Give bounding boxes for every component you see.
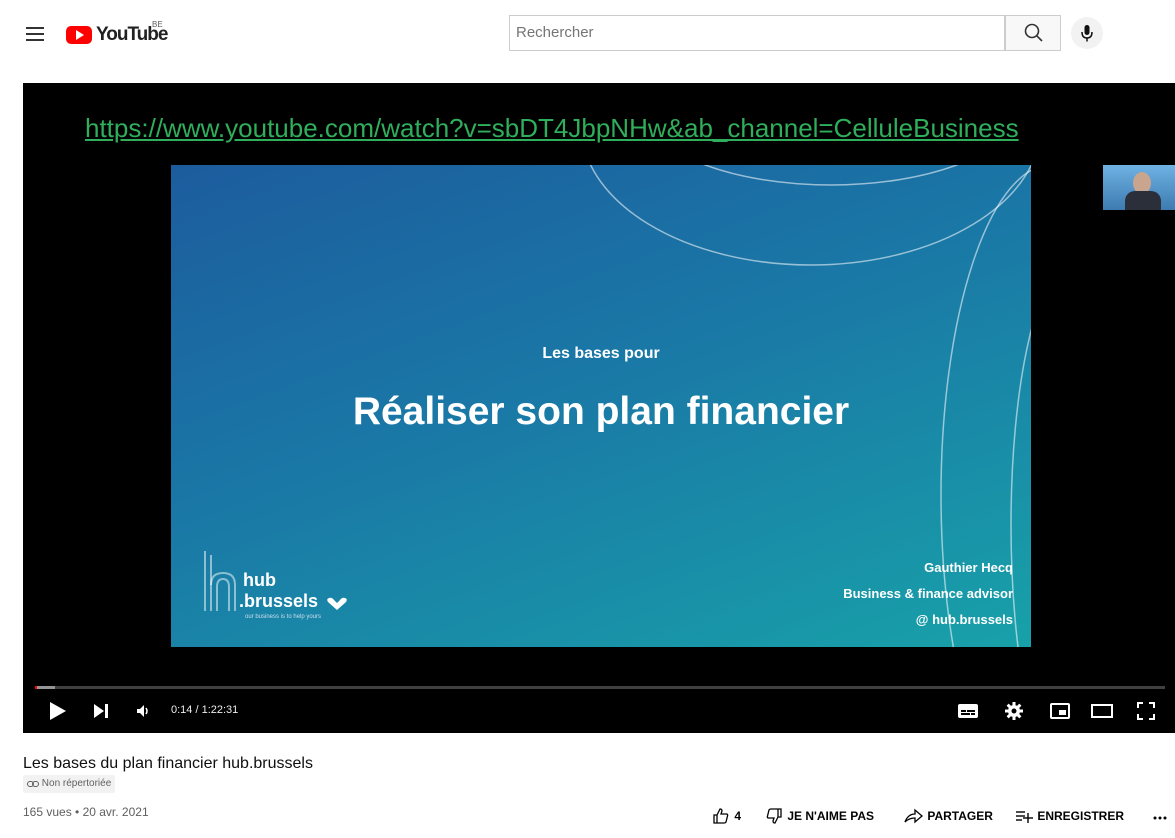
video-title: Les bases du plan financier hub.brussels bbox=[23, 755, 313, 772]
skip-next-icon bbox=[94, 704, 108, 718]
visibility-badge: Non répertoriée bbox=[23, 775, 116, 793]
slide-title: Réaliser son plan financier bbox=[352, 390, 850, 433]
slide-subtitle: Les bases pour bbox=[542, 345, 660, 362]
save-label: ENREGISTRER bbox=[1037, 809, 1125, 823]
dislike-button[interactable]: JE N'AIME PAS bbox=[764, 806, 874, 826]
search-input[interactable] bbox=[510, 16, 992, 48]
subtitles-icon bbox=[958, 704, 978, 718]
progress-bar[interactable] bbox=[35, 686, 1165, 689]
dislike-label: JE N'AIME PAS bbox=[787, 809, 874, 823]
thumbs-down-icon bbox=[766, 808, 782, 824]
subtitles-button[interactable] bbox=[956, 699, 980, 723]
more-horizontal-icon bbox=[1153, 816, 1167, 820]
progress-played bbox=[35, 686, 38, 689]
fullscreen-button[interactable] bbox=[1134, 699, 1158, 723]
search-button[interactable] bbox=[1005, 15, 1061, 51]
country-code: BE bbox=[152, 20, 163, 29]
share-button[interactable]: PARTAGER bbox=[902, 806, 993, 826]
visibility-label: Non répertoriée bbox=[41, 778, 112, 789]
share-label: PARTAGER bbox=[927, 809, 993, 823]
search-box bbox=[509, 15, 1005, 51]
like-button[interactable]: 4 bbox=[711, 806, 741, 826]
logo-tagline: our business is to help yours bbox=[245, 614, 322, 620]
heart-hands-icon bbox=[327, 597, 347, 610]
logo-line-brussels: .brussels bbox=[239, 591, 319, 611]
hub-brussels-logo: hub .brussels our business is to help yo… bbox=[201, 545, 401, 625]
video-meta: 165 vues • 20 avr. 2021 bbox=[23, 805, 149, 819]
more-actions-button[interactable] bbox=[1152, 806, 1168, 826]
settings-button[interactable] bbox=[1002, 699, 1026, 723]
share-icon bbox=[904, 808, 923, 824]
fullscreen-icon bbox=[1137, 702, 1155, 720]
video-player[interactable]: https://www.youtube.com/watch?v=sbDT4Jbp… bbox=[23, 83, 1175, 733]
webcam-thumbnail bbox=[1103, 165, 1175, 210]
play-icon bbox=[50, 702, 66, 720]
volume-icon bbox=[137, 705, 148, 717]
thumbs-up-icon bbox=[713, 808, 729, 824]
theater-mode-button[interactable] bbox=[1090, 699, 1114, 723]
miniplayer-button[interactable] bbox=[1048, 699, 1072, 723]
voice-search-button[interactable] bbox=[1071, 17, 1103, 49]
mute-button[interactable] bbox=[131, 699, 155, 723]
logo-line-hub: hub bbox=[243, 570, 276, 590]
next-button[interactable] bbox=[89, 699, 113, 723]
hub-h-icon bbox=[204, 551, 236, 611]
speaker-name: Gauthier Hecq bbox=[924, 560, 1013, 575]
save-button[interactable]: ENREGISTRER bbox=[1014, 806, 1124, 826]
presentation-slide: Les bases pour Réaliser son plan financi… bbox=[171, 165, 1031, 647]
progress-loaded bbox=[35, 686, 56, 689]
play-button[interactable] bbox=[45, 699, 69, 723]
hamburger-menu-icon[interactable] bbox=[26, 27, 44, 41]
gear-icon bbox=[1005, 702, 1023, 720]
search-icon bbox=[1024, 23, 1043, 42]
link-icon bbox=[27, 781, 39, 787]
masthead: YouTube BE bbox=[0, 0, 1175, 62]
microphone-icon bbox=[1081, 25, 1093, 42]
overlay-url-link[interactable]: https://www.youtube.com/watch?v=sbDT4Jbp… bbox=[85, 113, 1019, 144]
speaker-info: Gauthier Hecq Business & finance advisor… bbox=[843, 555, 1013, 633]
time-display: 0:14 / 1:22:31 bbox=[171, 704, 239, 716]
speaker-role: Business & finance advisor bbox=[843, 586, 1013, 601]
playlist-add-icon bbox=[1016, 811, 1033, 823]
speaker-org: @ hub.brussels bbox=[915, 612, 1013, 627]
theater-mode-icon bbox=[1091, 704, 1113, 718]
miniplayer-icon bbox=[1050, 703, 1070, 719]
like-count: 4 bbox=[734, 809, 742, 823]
